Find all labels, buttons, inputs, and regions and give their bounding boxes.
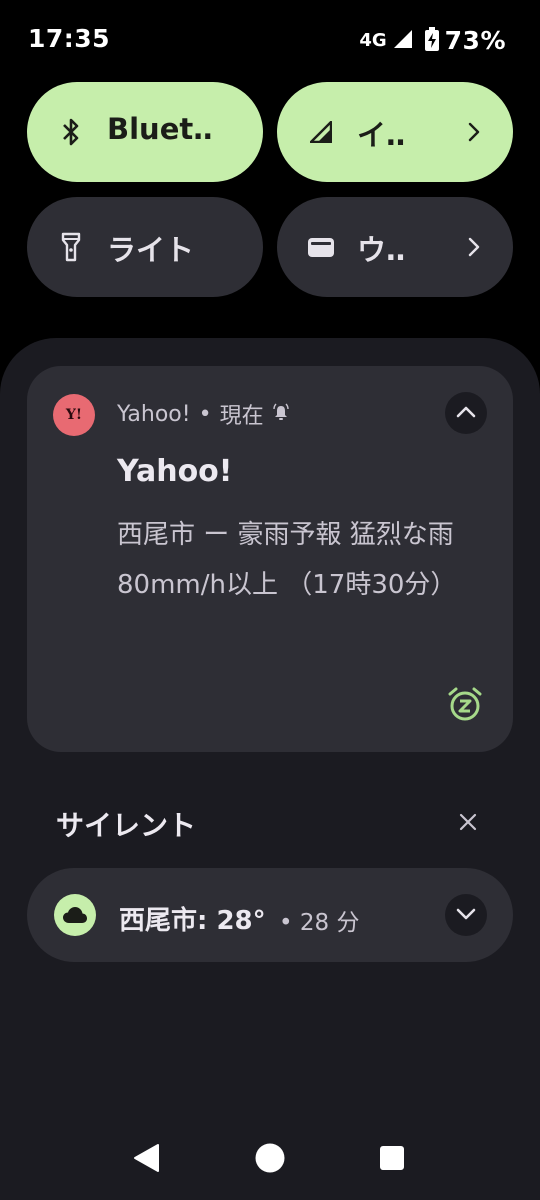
back-button[interactable] [124, 1138, 168, 1182]
yahoo-app-icon: Y! [53, 394, 95, 436]
network-type: 4G [359, 30, 387, 51]
clock: 17:35 [28, 24, 111, 53]
collapse-button[interactable] [445, 392, 487, 434]
chevron-down-icon [455, 906, 477, 925]
close-icon [459, 813, 477, 835]
notification-time: 現在 [219, 404, 264, 429]
home-circle-icon [254, 1142, 286, 1178]
bluetooth-icon [57, 118, 85, 146]
alert-bell-icon [272, 402, 290, 427]
cloud-icon [54, 894, 96, 936]
bluetooth-tile[interactable]: Bluet‥ [27, 82, 263, 182]
flashlight-tile-label: ライト [107, 233, 195, 267]
flashlight-icon [57, 232, 85, 262]
wallet-icon [307, 233, 335, 261]
notification-title: Yahoo! [117, 454, 233, 489]
weather-separator: • [279, 910, 293, 936]
snooze-button[interactable] [445, 686, 485, 726]
status-icons: 4G 73% [359, 26, 506, 55]
battery-percentage: 73% [444, 26, 506, 55]
recents-button[interactable] [370, 1138, 414, 1182]
snooze-alarm-icon [447, 686, 483, 726]
chevron-up-icon [455, 404, 477, 423]
clear-silent-button[interactable] [454, 810, 482, 838]
mobile-data-tile-label: イ‥ [357, 118, 406, 152]
mobile-data-icon [307, 118, 335, 146]
weather-time-value: 28 分 [299, 910, 360, 936]
wallet-tile-label: ウ‥ [357, 233, 406, 267]
weather-time: • 28 分 [279, 903, 359, 937]
header-separator: • [198, 401, 212, 427]
wallet-tile[interactable]: ウ‥ [277, 197, 513, 297]
home-button[interactable] [248, 1138, 292, 1182]
flashlight-tile[interactable]: ライト [27, 197, 263, 297]
silent-section-title: サイレント [56, 809, 197, 842]
signal-icon [393, 29, 413, 53]
mobile-data-tile[interactable]: イ‥ [277, 82, 513, 182]
expand-button[interactable] [445, 894, 487, 936]
back-triangle-icon [132, 1143, 160, 1177]
battery-charging-icon [424, 26, 439, 55]
notification-header: Yahoo! • 現在 [117, 398, 290, 430]
notification-body: 西尾市 ー 豪雨予報 猛烈な雨 80mm/h以上 （17時30分） [117, 520, 457, 600]
app-name: Yahoo! [117, 401, 191, 427]
weather-notification[interactable]: 西尾市: 28° • 28 分 [27, 868, 513, 962]
weather-title: 西尾市: 28° [119, 906, 266, 936]
recents-square-icon [379, 1145, 405, 1175]
bluetooth-tile-label: Bluet‥ [107, 112, 213, 146]
yahoo-notification[interactable]: Y! Yahoo! • 現在 Yahoo! 西尾市 ー 豪雨予報 猛烈な雨 80… [27, 366, 513, 752]
chevron-right-icon[interactable] [463, 233, 485, 261]
chevron-right-icon[interactable] [463, 118, 485, 146]
navigation-bar [0, 1120, 540, 1200]
status-bar: 17:35 4G 73% [0, 0, 540, 80]
